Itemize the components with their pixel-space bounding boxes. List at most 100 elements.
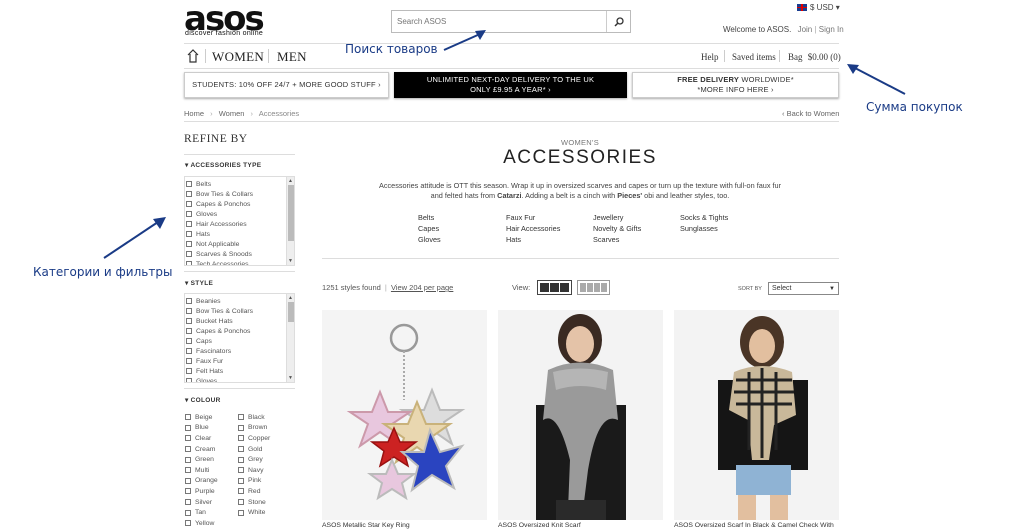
checkbox[interactable] [186,181,192,187]
filter-option[interactable]: Faux Fur [186,356,294,366]
checkbox[interactable] [238,435,244,442]
checkbox[interactable] [186,378,192,382]
help-link[interactable]: Help [701,52,719,62]
checkbox[interactable] [238,499,244,506]
scrollbar[interactable]: ▲ ▼ [286,294,294,382]
filter-option[interactable]: Purple [185,486,237,497]
students-banner[interactable]: STUDENTS: 10% OFF 24/7 + MORE GOOD STUFF… [184,72,389,98]
filter-option[interactable]: Capes & Ponchos [186,199,294,209]
filter-option[interactable]: Beige [185,412,237,423]
home-icon[interactable] [186,48,200,64]
filter-option[interactable]: Grey [238,454,293,465]
checkbox[interactable] [185,509,191,516]
checkbox[interactable] [186,368,192,374]
product-name[interactable]: ASOS Oversized Knit Scarf [498,522,581,529]
filter-option[interactable]: Caps [186,336,294,346]
checkbox[interactable] [238,509,244,516]
checkbox[interactable] [186,251,192,257]
saved-items-link[interactable]: Saved items [732,52,776,62]
view-large-grid-button[interactable] [537,280,572,295]
checkbox[interactable] [186,231,192,237]
checkbox[interactable] [186,241,192,247]
checkbox[interactable] [186,221,192,227]
join-link[interactable]: Join [798,25,813,34]
product-name[interactable]: ASOS Oversized Scarf In Black & Camel Ch… [674,522,834,529]
delivery-banner[interactable]: UNLIMITED NEXT-DAY DELIVERY TO THE UK ON… [394,72,627,98]
filter-option[interactable]: Fascinators [186,346,294,356]
view-small-grid-button[interactable] [577,280,610,295]
filter-option[interactable]: Capes & Ponchos [186,326,294,336]
scrollbar[interactable]: ▲ ▼ [286,177,294,265]
category-link[interactable]: Capes [418,223,439,234]
sign-in-link[interactable]: Sign In [819,25,844,34]
filter-option[interactable]: Beanies [186,296,294,306]
filter-option[interactable]: White [238,507,293,518]
category-link[interactable]: Sunglasses [680,223,718,234]
filter-option[interactable]: Brown [238,423,293,434]
sort-select[interactable]: Select ▼ [768,282,839,295]
filter-option[interactable]: Not Applicable [186,239,294,249]
checkbox[interactable] [238,488,244,495]
filter-option[interactable]: Bow Ties & Collars [186,306,294,316]
pieces-link[interactable]: Pieces' [617,191,642,200]
checkbox[interactable] [238,456,244,463]
filter-option[interactable]: Gloves [186,209,294,219]
category-link[interactable]: Jewellery [593,212,623,223]
checkbox[interactable] [185,414,191,421]
checkbox[interactable] [186,261,192,265]
filter-option[interactable]: Hair Accessories [186,219,294,229]
checkbox[interactable] [186,328,192,334]
checkbox[interactable] [186,318,192,324]
checkbox[interactable] [185,467,191,474]
filter-option[interactable]: Green [185,454,237,465]
checkbox[interactable] [238,477,244,484]
checkbox[interactable] [185,477,191,484]
checkbox[interactable] [185,424,191,431]
bag-link[interactable]: Bag $0.00 (0) [788,52,841,62]
checkbox[interactable] [238,446,244,453]
product-name[interactable]: ASOS Metallic Star Key Ring [322,522,410,529]
back-to-women-link[interactable]: ‹ Back to Women [782,109,839,118]
filter-option[interactable]: Bucket Hats [186,316,294,326]
catarzi-link[interactable]: Catarzi [497,191,521,200]
category-link[interactable]: Faux Fur [506,212,535,223]
filter-option[interactable]: Blue [185,423,237,434]
colour-heading[interactable]: ▾ COLOUR [185,396,221,404]
checkbox[interactable] [186,338,192,344]
filter-option[interactable]: Silver [185,497,237,508]
category-link[interactable]: Hats [506,234,521,245]
category-link[interactable]: Hair Accessories [506,223,560,234]
search-input[interactable] [392,11,607,32]
product-image[interactable] [322,310,487,520]
nav-women[interactable]: WOMEN [212,49,264,65]
filter-option[interactable]: Stone [238,497,293,508]
style-list[interactable]: Beanies Bow Ties & Collars Bucket Hats Cape… [184,293,295,383]
filter-option[interactable]: Gold [238,444,293,455]
accessories-type-list[interactable]: Belts Bow Ties & Collars Capes & Ponchos Gl… [184,176,295,266]
currency-selector[interactable]: $ USD ▾ [797,3,840,12]
checkbox[interactable] [185,499,191,506]
filter-option[interactable]: Cream [185,444,237,455]
category-link[interactable]: Gloves [418,234,441,245]
filter-option[interactable]: Pink [238,476,293,487]
free-delivery-banner[interactable]: FREE DELIVERY WORLDWIDE* *MORE INFO HERE… [632,72,839,98]
view-per-page-link[interactable]: View 204 per page [391,283,453,292]
filter-option[interactable]: Tech Accessories [186,259,294,265]
accessories-type-heading[interactable]: ▾ ACCESSORIES TYPE [185,161,261,169]
checkbox[interactable] [186,298,192,304]
checkbox[interactable] [185,520,191,527]
filter-option[interactable]: Belts [186,179,294,189]
checkbox[interactable] [185,446,191,453]
breadcrumb-home[interactable]: Home [184,109,204,118]
filter-option[interactable]: Multi [185,465,237,476]
filter-option[interactable]: Red [238,486,293,497]
breadcrumb-women[interactable]: Women [219,109,245,118]
filter-option[interactable]: Scarves & Snoods [186,249,294,259]
checkbox[interactable] [238,424,244,431]
filter-option[interactable]: Bow Ties & Collars [186,189,294,199]
checkbox[interactable] [186,201,192,207]
nav-men[interactable]: MEN [277,49,307,65]
product-image[interactable] [674,310,839,520]
product-image[interactable] [498,310,663,520]
filter-option[interactable]: Hats [186,229,294,239]
